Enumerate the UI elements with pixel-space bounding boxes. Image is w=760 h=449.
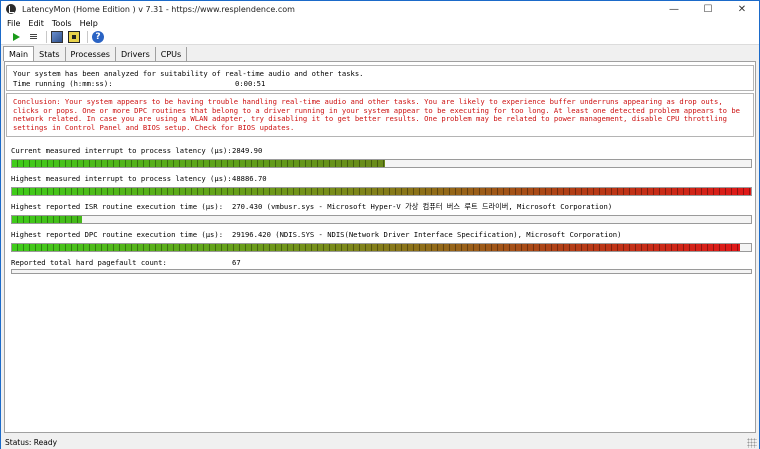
cpu-info-button[interactable]	[50, 30, 64, 44]
analysis-summary-text: Your system has been analyzed for suitab…	[13, 69, 364, 78]
metric-row: Highest reported ISR routine execution t…	[6, 202, 754, 212]
metric-row: Current measured interrupt to process la…	[6, 146, 754, 156]
metric-highest-latency: Highest measured interrupt to process la…	[6, 174, 754, 196]
tab-main[interactable]: Main	[3, 46, 35, 61]
time-running-label: Time running (h:mm:ss):	[13, 79, 113, 88]
app-window: LatencyMon (Home Edition ) v 7.31 - http…	[0, 0, 760, 449]
tab-processes[interactable]: Processes	[66, 47, 116, 61]
latency-bar	[11, 159, 752, 168]
metric-current-latency: Current measured interrupt to process la…	[6, 146, 754, 168]
help-button[interactable]: ?	[91, 30, 105, 44]
latency-bar-fill	[12, 160, 386, 167]
tab-stats[interactable]: Stats	[34, 47, 66, 61]
conclusion-text: Conclusion: Your system appears to be ha…	[6, 93, 754, 137]
time-running-row: Time running (h:mm:ss): 0:00:51	[13, 79, 747, 89]
minimize-button[interactable]: —	[657, 1, 691, 17]
latencymon-logo-icon	[6, 4, 16, 14]
window-title: LatencyMon (Home Edition ) v 7.31 - http…	[22, 4, 295, 14]
time-running-value: 0:00:51	[235, 79, 266, 88]
chip-icon	[68, 30, 80, 43]
metric-label: Highest reported DPC routine execution t…	[11, 230, 224, 239]
metric-label: Highest reported ISR routine execution t…	[11, 202, 224, 211]
analysis-summary: Your system has been analyzed for suitab…	[6, 65, 754, 91]
toolbar-separator	[46, 30, 47, 43]
cpu-icon	[51, 30, 63, 43]
metric-value: 67	[232, 258, 241, 267]
resize-grip-icon[interactable]	[747, 438, 757, 448]
metric-hard-pagefaults: Reported total hard pagefault count: 67	[6, 258, 754, 274]
metric-label: Reported total hard pagefault count:	[11, 258, 167, 267]
window-controls: — ☐ ✕	[657, 1, 759, 17]
start-monitor-button[interactable]	[9, 30, 23, 44]
menu-bar: File Edit Tools Help	[1, 17, 759, 29]
stop-monitor-button[interactable]	[26, 30, 40, 44]
dpc-bar	[11, 243, 752, 252]
tab-cpus[interactable]: CPUs	[156, 47, 188, 61]
latency-bar-fill	[12, 188, 751, 195]
metric-value: 270.430 (vmbusr.sys - Microsoft Hyper-V …	[232, 202, 613, 211]
toolbar: ?	[1, 29, 759, 45]
metric-label: Current measured interrupt to process la…	[11, 146, 232, 155]
menu-tools[interactable]: Tools	[52, 19, 72, 28]
isr-bar	[11, 215, 752, 224]
driver-info-button[interactable]	[67, 30, 81, 44]
title-bar[interactable]: LatencyMon (Home Edition ) v 7.31 - http…	[1, 1, 759, 17]
main-panel: Your system has been analyzed for suitab…	[4, 61, 756, 433]
stop-icon	[29, 34, 37, 39]
play-icon	[12, 32, 20, 41]
status-bar: Status: Ready	[1, 435, 759, 449]
status-text: Status: Ready	[5, 437, 58, 447]
isr-bar-fill	[12, 216, 83, 223]
pagefault-bar	[11, 269, 752, 274]
metric-row: Highest measured interrupt to process la…	[6, 174, 754, 184]
metric-highest-isr: Highest reported ISR routine execution t…	[6, 202, 754, 224]
metrics-panel: Current measured interrupt to process la…	[6, 141, 754, 274]
menu-edit[interactable]: Edit	[28, 19, 44, 28]
maximize-button[interactable]: ☐	[691, 1, 725, 17]
close-button[interactable]: ✕	[725, 1, 759, 17]
metric-value: 2849.90	[232, 146, 263, 155]
tab-drivers[interactable]: Drivers	[116, 47, 156, 61]
latency-bar	[11, 187, 752, 196]
metric-row: Reported total hard pagefault count: 67	[6, 258, 754, 268]
metric-label: Highest measured interrupt to process la…	[11, 174, 232, 183]
dpc-bar-fill	[12, 244, 740, 251]
metric-highest-dpc: Highest reported DPC routine execution t…	[6, 230, 754, 252]
tab-strip: Main Stats Processes Drivers CPUs	[1, 46, 759, 61]
metric-row: Highest reported DPC routine execution t…	[6, 230, 754, 240]
toolbar-separator	[87, 30, 88, 43]
metric-value: 29196.420 (NDIS.SYS - NDIS(Network Drive…	[232, 230, 622, 239]
help-icon: ?	[92, 30, 104, 43]
menu-help[interactable]: Help	[80, 19, 98, 28]
menu-file[interactable]: File	[7, 19, 20, 28]
metric-value: 48886.70	[232, 174, 267, 183]
